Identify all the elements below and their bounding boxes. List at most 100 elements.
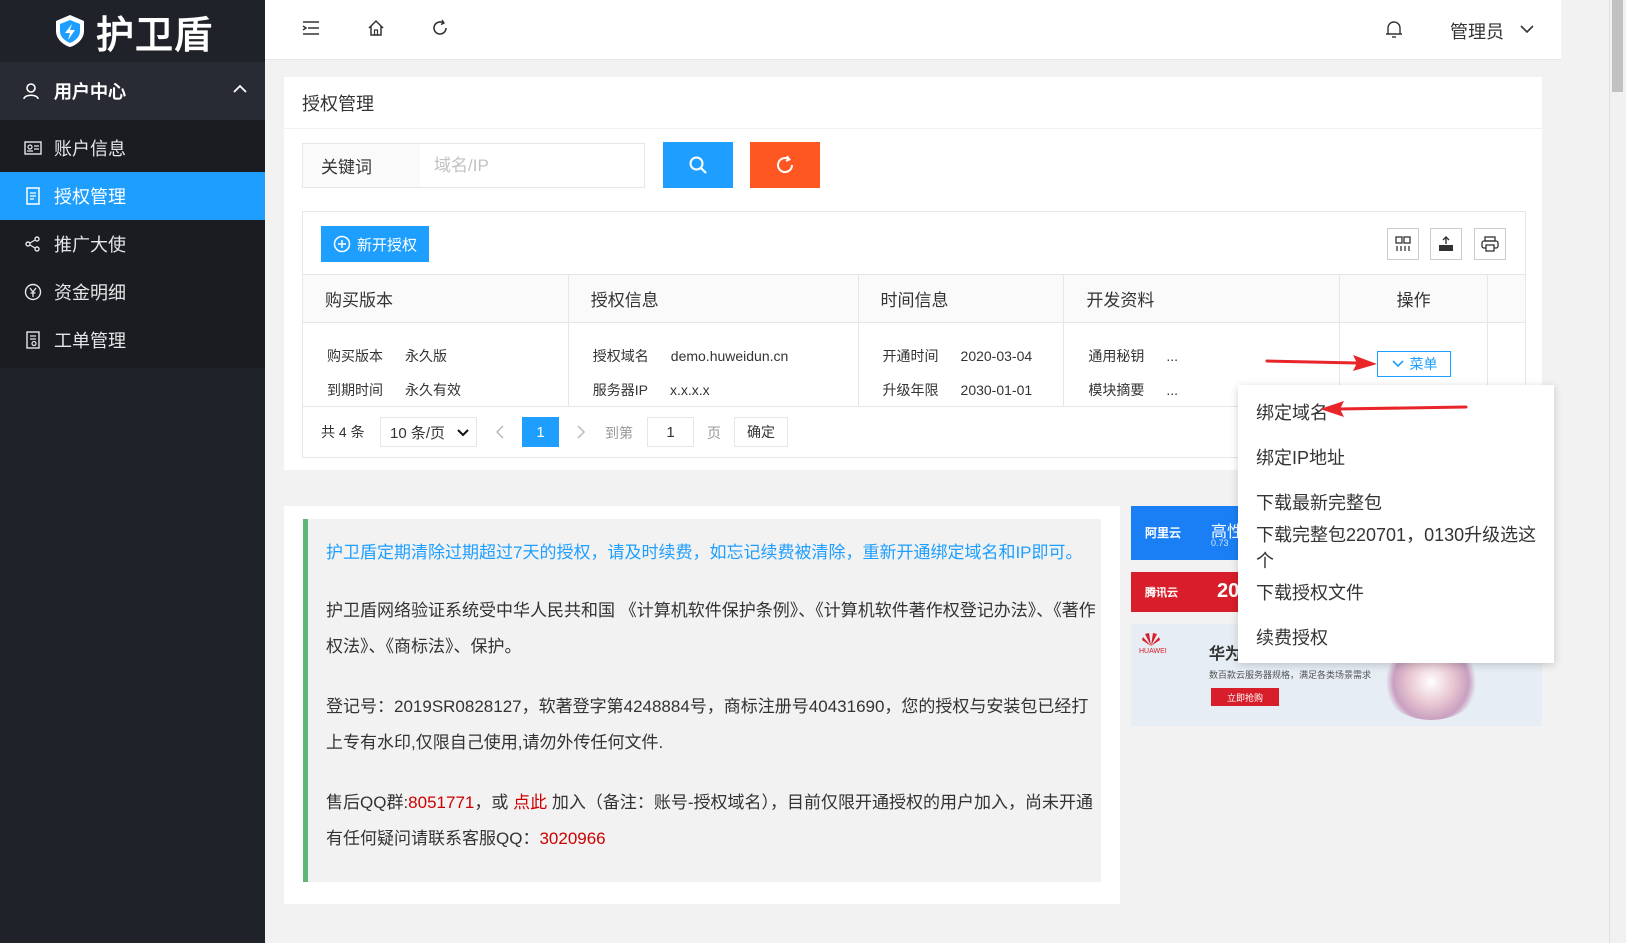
sidebar-item-tickets[interactable]: 工单管理 [0,316,265,364]
search-icon [689,156,707,174]
notice-quote: 护卫盾定期清除过期超过7天的授权，请及时续费，如忘记续费被清除，重新开通绑定域名… [303,519,1101,882]
dropdown-item-download-latest[interactable]: 下载最新完整包 [1238,479,1554,524]
user-menu[interactable]: 管理员 [1450,18,1504,44]
menu-fold-icon[interactable] [301,18,321,38]
home-icon[interactable] [366,18,386,38]
cell-key: 通用秘钥 [1088,348,1145,364]
column-header[interactable]: 操作 [1340,275,1489,322]
sidebar-group-label: 用户中心 [54,82,126,102]
plus-circle-icon [333,235,351,253]
table-header: 购买版本 授权信息 时间信息 开发资料 操作 [303,275,1525,323]
cell-key: 授权域名 [592,348,649,364]
column-header[interactable]: 授权信息 [569,275,859,322]
cell-value: 永久版 [405,348,447,364]
row-action-dropdown: 绑定域名 绑定IP地址 下载最新完整包 下载完整包220701，0130升级选这… [1238,385,1554,663]
sidebar-item-funds[interactable]: 资金明细 [0,268,265,316]
document-icon [26,187,40,205]
sidebar-item-license[interactable]: 授权管理 [0,172,265,220]
print-button[interactable] [1474,228,1506,260]
page-button-current[interactable]: 1 [522,417,559,447]
row-menu-label: 菜单 [1409,356,1438,372]
huawei-brand: HUAWEI [1139,648,1167,655]
tencent-text: 20 [1217,580,1240,602]
user-icon [23,83,39,100]
keyword-input[interactable] [420,143,645,188]
sidebar-item-label: 授权管理 [54,187,126,207]
chevron-down-icon [1391,360,1404,368]
top-bar: 管理员 [265,0,1561,60]
annotation-arrow-bind-domain [1320,401,1468,417]
aliyun-brand: 阿里云 [1145,526,1182,540]
huawei-desc: 数百款云服务器规格，满足各类场景需求 [1209,670,1372,680]
huawei-cta-button[interactable]: 立即抢购 [1211,688,1279,706]
notice-card: 护卫盾定期清除过期超过7天的授权，请及时续费，如忘记续费被清除，重新开通绑定域名… [284,506,1120,904]
chevron-up-icon [233,84,247,93]
logo[interactable]: 护卫盾 [0,0,265,62]
bell-icon[interactable] [1384,18,1404,40]
huawei-title: 华为 [1209,646,1242,663]
yen-icon [24,283,42,301]
page-size-select[interactable]: 10 条/页 [380,417,477,447]
cell-value: x.x.x.x [670,382,710,398]
refresh-icon[interactable] [430,18,450,38]
new-license-label: 新开授权 [357,236,418,254]
cell-value: 2020-03-04 [960,348,1033,364]
cell-value: ... [1166,348,1179,364]
sidebar-item-label: 账户信息 [54,139,126,159]
table-toolbar: 新开授权 [303,212,1525,275]
shield-logo-icon [55,15,84,47]
page-title: 授权管理 [284,77,1542,129]
notice-registration: 登记号：2019SR0828127，软著登字第4248884号，商标注册号404… [326,697,1089,752]
columns-filter-button[interactable] [1387,228,1419,260]
notice-support: 售后QQ群:8051771，或 点此 加入（备注：账号-授权域名），目前仅限开通… [326,793,1093,848]
cell-key: 购买版本 [327,348,383,364]
cell-value: demo.huweidun.cn [670,348,789,364]
goto-page-input[interactable]: 1 [647,417,694,447]
sidebar-item-label: 工单管理 [54,331,126,351]
total-count: 共 4 条 [321,424,365,440]
annotation-arrow-menu [1265,355,1377,371]
row-menu-button[interactable]: 菜单 [1377,351,1451,377]
sidebar-item-label: 资金明细 [54,283,126,303]
tencent-brand: 腾讯云 [1145,587,1178,599]
reset-button[interactable] [750,142,820,188]
share-icon [25,236,40,252]
goto-confirm-button[interactable]: 确定 [734,417,788,447]
cell-value: 永久有效 [405,382,461,398]
new-license-button[interactable]: 新开授权 [321,226,430,262]
printer-icon [1481,236,1499,252]
huawei-logo-icon [1142,633,1160,646]
dropdown-item-download-220701[interactable]: 下载完整包220701，0130升级选这个 [1238,524,1554,571]
goto-label: 到第 [605,425,633,441]
cell-key: 开通时间 [882,348,939,364]
cell-value: 2030-01-01 [960,382,1033,398]
keyword-label: 关键词 [302,143,421,188]
column-header[interactable]: 开发资料 [1064,275,1341,322]
chevron-down-icon [457,429,469,437]
sidebar-item-promotion[interactable]: 推广大使 [0,220,265,268]
next-page-icon[interactable] [576,425,586,439]
sidebar-group-user-center[interactable]: 用户中心 [0,62,265,120]
sidebar-item-label: 推广大使 [54,235,126,255]
export-icon [1439,236,1453,251]
dropdown-item-renew[interactable]: 续费授权 [1238,614,1554,659]
cell-key: 到期时间 [327,382,383,398]
dropdown-item-download-license[interactable]: 下载授权文件 [1238,569,1554,614]
prev-page-icon[interactable] [495,425,505,439]
notice-headline: 护卫盾定期清除过期超过7天的授权，请及时续费，如忘记续费被清除，重新开通绑定域名… [326,543,1083,562]
qq-group-number: 8051771 [408,793,475,812]
page-size-value: 10 条/页 [390,424,446,442]
scrollbar[interactable] [1561,0,1626,943]
sidebar-item-account[interactable]: 账户信息 [0,124,265,172]
cell-key: 升级年限 [882,382,939,398]
column-header[interactable]: 时间信息 [859,275,1065,322]
column-header[interactable]: 购买版本 [303,275,569,322]
cell-key: 服务器IP [592,382,649,398]
join-link[interactable]: 点此 [513,793,547,812]
chevron-down-icon[interactable] [1520,24,1534,34]
export-button[interactable] [1430,228,1462,260]
cell-key: 模块摘要 [1088,382,1145,398]
dropdown-item-bind-ip[interactable]: 绑定IP地址 [1238,434,1554,479]
refresh-icon [777,155,794,174]
search-button[interactable] [663,142,733,188]
